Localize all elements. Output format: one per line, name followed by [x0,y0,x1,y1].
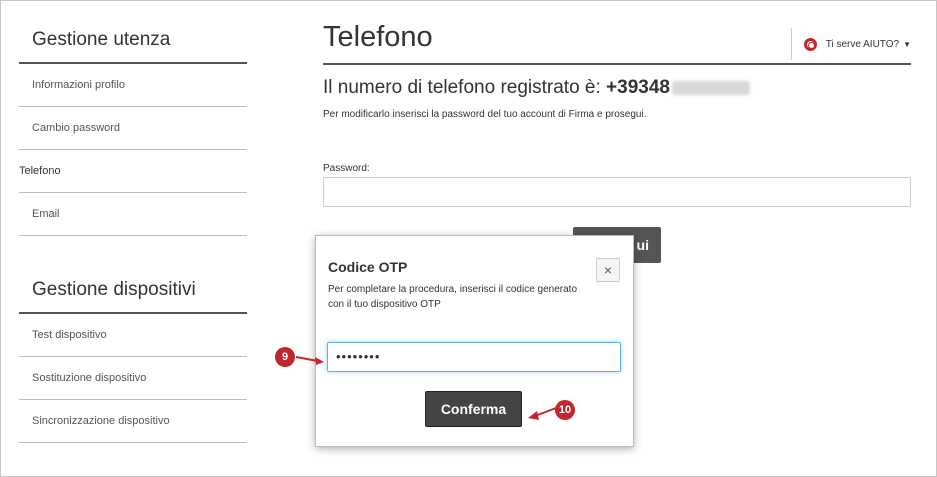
otp-modal: Codice OTP Per completare la procedura, … [315,235,634,447]
arrow-right-icon [295,356,324,365]
help-label: Ti serve AIUTO? [825,38,900,50]
sidebar-item-email[interactable]: Email [19,193,247,236]
hint-text: Per modificarlo inserisci la password de… [323,109,647,120]
password-input[interactable] [323,177,911,207]
main-content: Telefono Ti serve AIUTO? ▼ Il numero di … [323,20,911,263]
sidebar-item-sostituzione-dispositivo[interactable]: Sostituzione dispositivo [19,357,247,400]
lifebuoy-icon [803,37,817,51]
section-title-gestione-dispositivi: Gestione dispositivi [19,270,247,314]
password-label: Password: [323,163,370,174]
sidebar-item-cambio-password[interactable]: Cambio password [19,107,247,150]
sidebar: Gestione utenza Informazioni profilo Cam… [19,20,247,443]
title-divider [323,63,911,65]
sidebar-item-sincronizzazione-dispositivo[interactable]: Sincronizzazione dispositivo [19,400,247,443]
step-callout-9: 9 [275,347,295,367]
sidebar-item-informazioni-profilo[interactable]: Informazioni profilo [19,64,247,107]
confirm-button[interactable]: Conferma [425,391,522,427]
arrow-left-icon [528,407,557,420]
phone-number-redacted [671,80,750,95]
caret-down-icon: ▼ [903,39,911,49]
phone-prefix: Il numero di telefono registrato è: [323,77,607,98]
step-callout-10: 10 [555,400,575,420]
sidebar-item-test-dispositivo[interactable]: Test dispositivo [19,314,247,357]
modal-description: Per completare la procedura, inserisci i… [328,284,578,310]
sidebar-item-telefono[interactable]: Telefono [19,150,247,193]
help-menu[interactable]: Ti serve AIUTO? ▼ [790,28,911,60]
phone-number: +39348 [606,77,670,98]
modal-title: Codice OTP [328,259,408,275]
otp-input[interactable]: •••••••• [327,342,621,372]
section-title-gestione-utenza: Gestione utenza [19,20,247,64]
close-button[interactable]: × [596,258,620,282]
phone-line: Il numero di telefono registrato è: +393… [323,77,750,99]
